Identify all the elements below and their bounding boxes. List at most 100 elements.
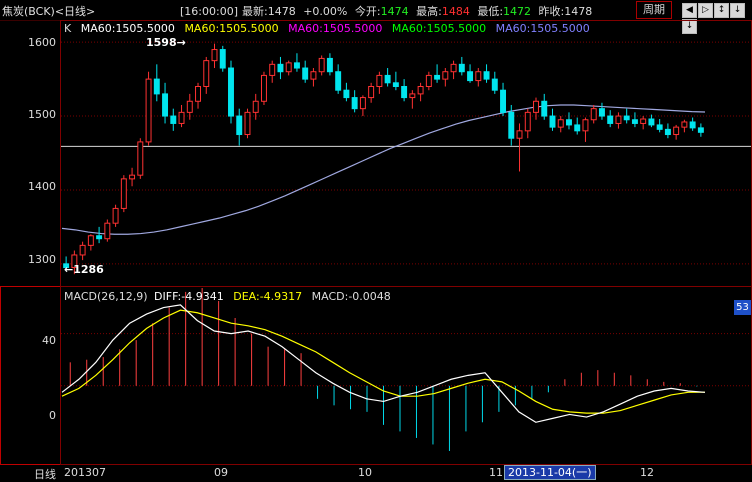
candle-body [574,124,581,132]
high-value: 1484 [441,5,470,18]
high-annotation: 1598→ [146,36,186,49]
chart-area[interactable] [0,20,752,481]
zoom-vertical-icon[interactable]: ↕ [714,3,729,18]
candle-body [533,100,539,113]
x-label-09: 09 [214,466,228,479]
candle-body [640,118,647,124]
candle-body [178,111,185,124]
candle-body [244,111,251,136]
macd-dea: DEA:-4.9317 [233,290,303,303]
candle-body [79,244,86,256]
x-label-11: 11 [489,466,503,479]
candle-body [673,126,680,136]
candle-body [211,49,218,62]
candle-body [384,74,391,84]
candle-body [664,128,671,136]
ma60-polyline [61,104,706,235]
left-arrow-icon[interactable]: ◀ [682,3,697,18]
candle-body [450,63,457,73]
candle-body [277,63,284,73]
candle-body [697,127,704,133]
candle-body [260,74,267,102]
candle-body [467,71,474,82]
candle-body [458,63,465,73]
ma60-line [61,104,706,235]
y-tick-1500: 1500 [28,108,56,121]
candle-body [648,118,655,126]
candle-body [137,141,144,176]
candle-body [368,86,375,99]
down-arrow-icon[interactable]: ↓ [730,3,745,18]
candle-body [269,63,276,76]
selected-date[interactable]: 2013-11-04(一) [504,465,596,480]
candle-body [475,71,482,82]
candle-body [153,78,160,95]
main-panel-frame [60,20,752,287]
candle-body [607,115,614,124]
low-value: 1472 [503,5,532,18]
period-button[interactable]: 周期 [636,1,672,19]
candle-body [582,119,589,132]
candle-body [598,108,605,117]
candle-body [689,121,696,129]
x-label-201307: 201307 [64,466,106,479]
macd-series [61,288,751,451]
macd-legend: MACD(26,12,9) DIFF:-4.9341 DEA:-4.9317 M… [64,290,397,303]
candle-body [96,235,103,240]
prev-label: 昨收: [538,5,565,18]
y-tick-1400: 1400 [28,180,56,193]
candle-body [252,100,259,113]
candle-body [524,111,531,132]
right-arrow-icon[interactable]: ▷ [698,3,713,18]
candle-body [104,222,111,240]
candle-body [302,67,309,80]
period-label: 日线 [34,468,56,481]
candle-body [351,97,358,110]
candle-body [541,100,548,117]
candle-body [508,111,515,139]
macd-tick-40: 40 [42,334,56,347]
macd-title: MACD(26,12,9) [64,290,148,303]
low-annotation: ←1286 [64,263,104,276]
candle-body [442,71,449,80]
quote-time: [16:00:00] [180,5,238,18]
candle-body [434,74,441,80]
candle-body [516,130,523,139]
open-label: 今开: [354,5,381,18]
x-label-10: 10 [358,466,372,479]
candle-body [335,71,342,91]
candle-body [318,57,325,73]
latest-label: 最新: [242,5,268,18]
candle-body [236,115,243,136]
candle-body [631,119,638,124]
candle-body [549,115,556,128]
macd-tick-0: 0 [49,409,56,422]
macd-panel-frame [60,286,752,465]
candle-body [195,86,201,102]
macd-value: MACD:-0.0048 [311,290,391,303]
legend-ma-yellow: MA60:1505.5000 [184,22,279,35]
candle-body [87,235,94,246]
legend-ma-white: MA60:1505.5000 [80,22,175,35]
change-value: +0.00% [303,5,348,18]
candle-body [557,119,564,128]
candle-body [409,93,416,99]
candle-body [112,207,119,224]
candle-body [401,86,408,99]
candle-body [293,62,300,69]
candle-body [590,108,597,121]
x-label-12: 12 [640,466,654,479]
candle-body [285,62,292,73]
prev-value: 1478 [564,5,593,18]
candle-body [656,124,663,130]
candle-body [219,49,226,69]
candle-body [483,71,490,80]
instrument-title: 焦炭(BCK)<日线> [2,5,96,18]
candle-body [376,74,383,88]
y-tick-1300: 1300 [28,253,56,266]
y-tick-1600: 1600 [28,36,56,49]
candle-body [162,93,169,117]
high-label: 最高: [416,5,442,18]
candle-body [129,174,136,180]
candle-body [623,115,630,121]
